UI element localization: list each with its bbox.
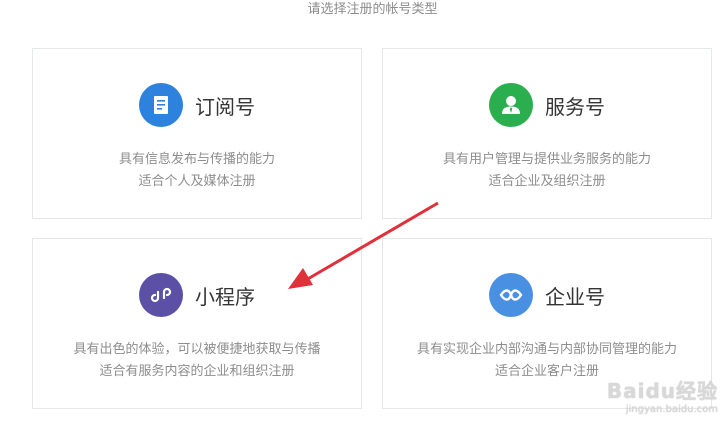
account-type-service[interactable]: 服务号 具有用户管理与提供业务服务的能力 适合企业及组织注册 bbox=[382, 48, 712, 219]
card-header: 企业号 bbox=[383, 273, 711, 317]
card-description: 具有信息发布与传播的能力 适合个人及媒体注册 bbox=[33, 149, 361, 193]
card-header: 服务号 bbox=[383, 83, 711, 127]
card-title: 订阅号 bbox=[195, 94, 255, 119]
card-header: 订阅号 bbox=[33, 83, 361, 127]
card-description-line: 具有用户管理与提供业务服务的能力 bbox=[442, 152, 651, 167]
card-title: 小程序 bbox=[195, 284, 255, 309]
card-description: 具有出色的体验，可以被便捷地获取与传播 适合有服务内容的企业和组织注册 bbox=[33, 339, 361, 383]
card-description-line: 适合有服务内容的企业和组织注册 bbox=[99, 364, 295, 379]
card-description-line: 具有信息发布与传播的能力 bbox=[118, 152, 275, 167]
watermark: Baidu经验 jingyan.baidu.com bbox=[607, 375, 718, 415]
miniprogram-icon bbox=[139, 273, 183, 317]
user-icon bbox=[489, 83, 533, 127]
document-icon bbox=[139, 83, 183, 127]
card-description: 具有用户管理与提供业务服务的能力 适合企业及组织注册 bbox=[383, 149, 711, 193]
page-title: 请选择注册的帐号类型 bbox=[307, 2, 438, 17]
card-title: 服务号 bbox=[545, 94, 605, 119]
card-header: 小程序 bbox=[33, 273, 361, 317]
watermark-url: jingyan.baidu.com bbox=[625, 404, 718, 415]
account-type-subscription[interactable]: 订阅号 具有信息发布与传播的能力 适合个人及媒体注册 bbox=[32, 48, 362, 219]
account-type-miniprogram[interactable]: 小程序 具有出色的体验，可以被便捷地获取与传播 适合有服务内容的企业和组织注册 bbox=[32, 238, 362, 409]
watermark-brand: Baidu经验 bbox=[606, 379, 718, 403]
enterprise-icon bbox=[489, 273, 533, 317]
card-description-line: 具有出色的体验，可以被便捷地获取与传播 bbox=[73, 342, 321, 357]
card-description-line: 具有实现企业内部沟通与内部协同管理的能力 bbox=[416, 342, 677, 357]
card-description-line: 适合企业及组织注册 bbox=[488, 174, 606, 189]
card-description-line: 适合个人及媒体注册 bbox=[138, 174, 256, 189]
card-title: 企业号 bbox=[545, 284, 605, 309]
